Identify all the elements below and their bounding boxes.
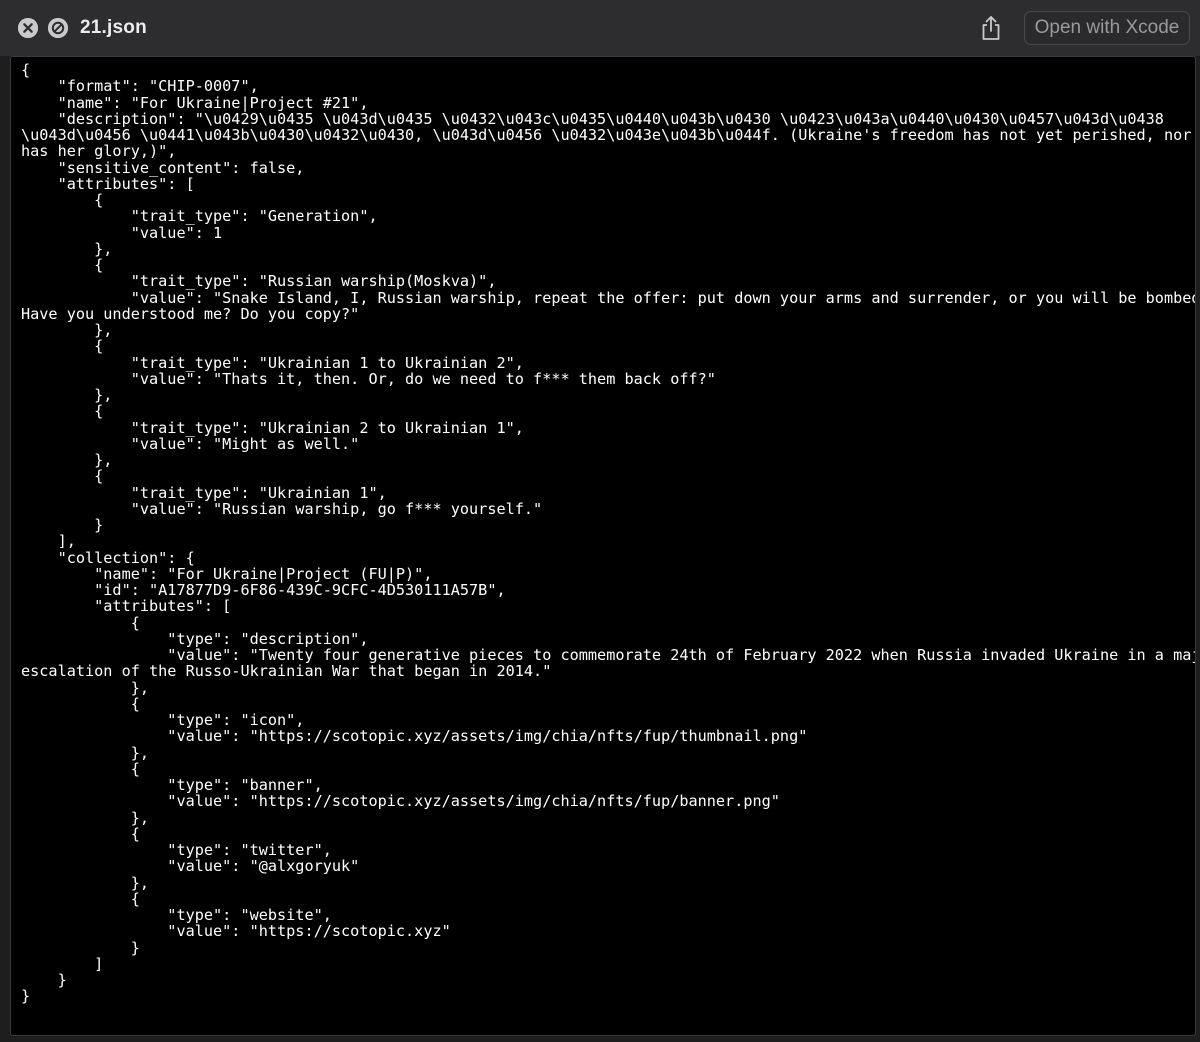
json-code-view: { "format": "CHIP-0007", "name": "For Uk… [21,61,1196,1006]
code-line: { [21,824,140,843]
no-entry-icon[interactable] [48,18,68,38]
code-line: "collection": { [21,548,195,567]
code-line: }, [21,239,113,258]
code-line: "trait_type": "Ukrainian 1", [21,483,387,502]
code-line: "type": "description", [21,629,369,648]
code-line: { [21,256,104,274]
code-line: ], [21,532,76,551]
file-preview-area[interactable]: { "format": "CHIP-0007", "name": "For Uk… [10,56,1196,1036]
file-title: 21.json [80,17,147,38]
code-line: }, [21,321,113,339]
code-line: "format": "CHIP-0007", [21,77,259,96]
code-line: "attributes": [ [21,174,195,193]
code-line: { [21,337,104,356]
code-line: "value": "https://scotopic.xyz" [21,922,451,941]
code-line: "id": "A17877D9-6F86-439C-9CFC-4D530111A… [21,581,506,599]
code-line: }, [21,451,113,469]
code-line: \u043d\u0456 \u0441\u043b\u0430\u0432\u0… [21,126,1192,144]
quick-look-window: 21.json Open with Xcode { "format": "CHI… [0,0,1200,1042]
code-line: "value": "https://scotopic.xyz/assets/im… [21,792,780,811]
code-line: } [21,516,104,534]
code-line: "name": "For Ukraine|Project #21", [21,93,369,112]
code-line: { [21,613,140,632]
code-line: "name": "For Ukraine|Project (FU|P)", [21,564,433,583]
code-line: { [21,759,140,778]
code-line: "type": "twitter", [21,841,332,859]
code-line: "attributes": [ [21,597,232,616]
code-line: }, [21,678,150,697]
code-line: "description": "\u0429\u0435 \u043d\u043… [21,109,1164,128]
code-line: ] [21,954,104,973]
share-icon[interactable] [976,13,1006,43]
code-line: "value": "Twenty four generative pieces … [21,646,1196,664]
code-line: "type": "website", [21,906,332,924]
code-line: "type": "icon", [21,711,305,729]
code-line: "value": "Might as well." [21,434,360,453]
code-line: "value": "Russian warship, go f*** yours… [21,499,543,518]
title-controls: 21.json [18,17,147,39]
code-line: } [21,938,140,957]
code-line: "value": "@alxgoryuk" [21,857,360,876]
code-line: }, [21,873,150,892]
code-line: }, [21,386,113,404]
code-line: { [21,402,104,421]
open-with-xcode-button[interactable]: Open with Xcode [1024,11,1190,45]
code-line: has her glory,)", [21,142,177,161]
code-line: "value": "Snake Island, I, Russian warsh… [21,288,1196,307]
code-line: { [21,467,104,486]
code-line: "trait_type": "Russian warship(Moskva)", [21,272,497,291]
title-bar: 21.json Open with Xcode [0,0,1200,56]
code-line: { [21,61,31,79]
code-line: }, [21,808,150,827]
code-line: "trait_type": "Ukrainian 1 to Ukrainian … [21,353,524,372]
code-line: "type": "banner", [21,776,323,794]
code-line: } [21,971,67,989]
code-line: { [21,191,104,209]
code-line: Have you understood me? Do you copy?" [21,304,360,323]
code-line: "sensitive_content": false, [21,158,305,177]
code-line: escalation of the Russo-Ukrainian War th… [21,662,552,681]
code-line: "value": "Thats it, then. Or, do we need… [21,369,716,388]
code-line: } [21,987,31,1006]
code-line: "trait_type": "Ukrainian 2 to Ukrainian … [21,418,524,437]
close-icon[interactable] [18,18,38,38]
code-line: "trait_type": "Generation", [21,207,378,226]
code-line: { [21,889,140,908]
code-line: }, [21,743,150,762]
code-line: { [21,694,140,713]
code-line: "value": "https://scotopic.xyz/assets/im… [21,727,808,746]
code-line: "value": 1 [21,223,223,242]
